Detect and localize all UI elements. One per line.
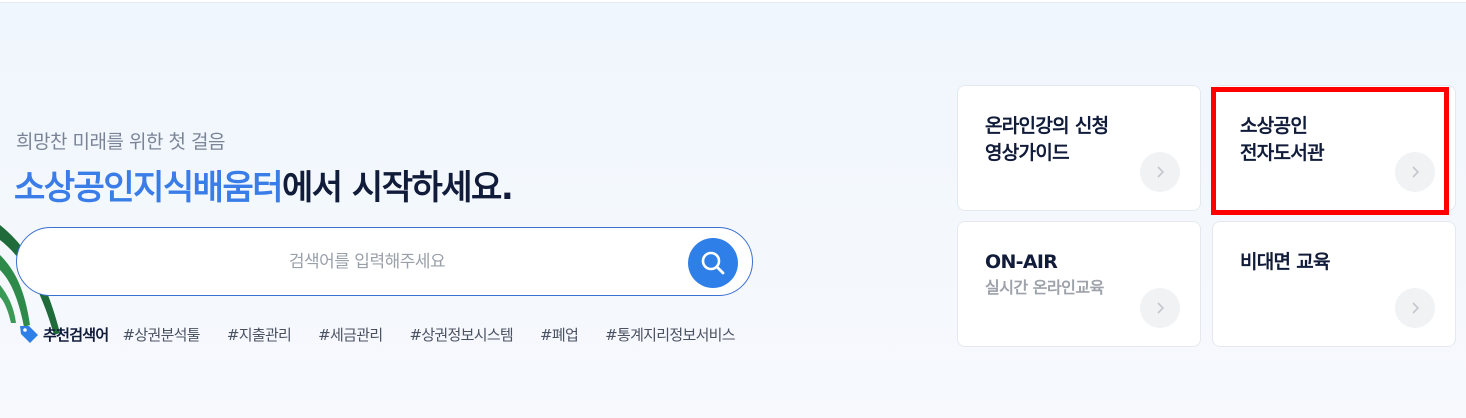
card-title-line: 비대면 교육 <box>1240 251 1331 273</box>
card-title-line: 영상가이드 <box>985 142 1070 164</box>
keyword-link[interactable]: #지출관리 <box>227 324 292 345</box>
hero-brand-name: 소상공인지식배움터 <box>14 168 284 208</box>
card-on-air[interactable]: ON-AIR 실시간 온라인교육 <box>957 221 1201 347</box>
card-title: ON-AIR 실시간 온라인교육 <box>985 249 1104 300</box>
keyword-link[interactable]: #세금관리 <box>318 324 383 345</box>
chevron-right-icon[interactable] <box>1140 152 1180 192</box>
card-title-line: 소상공인 <box>1240 115 1308 137</box>
hero-headline-rest: 에서 시작하세요. <box>282 168 514 208</box>
tag-icon <box>20 326 38 343</box>
card-title: 비대면 교육 <box>1240 249 1331 276</box>
keyword-link[interactable]: #상권정보시스템 <box>409 324 513 345</box>
top-divider <box>0 0 1466 3</box>
card-online-lecture-guide[interactable]: 온라인강의 신청 영상가이드 <box>957 85 1201 211</box>
hero-headline: 소상공인지식배움터에서 시작하세요. <box>14 160 514 209</box>
card-title-line: 전자도서관 <box>1240 142 1325 164</box>
card-untact-education[interactable]: 비대면 교육 <box>1212 221 1456 347</box>
card-title: 소상공인 전자도서관 <box>1240 113 1325 167</box>
card-e-library[interactable]: 소상공인 전자도서관 <box>1212 85 1456 211</box>
chevron-right-icon[interactable] <box>1395 288 1435 328</box>
card-title-line: 온라인강의 신청 <box>985 115 1109 137</box>
recommended-keywords: 추천검색어 #상권분석툴 #지출관리 #세금관리 #상권정보시스템 #폐업 #통… <box>18 322 762 346</box>
search-button[interactable] <box>688 238 738 288</box>
search-icon <box>701 251 725 275</box>
card-title-line: ON-AIR <box>985 251 1058 273</box>
keyword-link[interactable]: #통계지리정보서비스 <box>605 324 735 345</box>
hero-subtitle: 희망찬 미래를 위한 첫 걸음 <box>16 131 225 153</box>
keywords-title: 추천검색어 <box>43 325 109 344</box>
chevron-right-icon[interactable] <box>1395 152 1435 192</box>
card-title: 온라인강의 신청 영상가이드 <box>985 113 1109 167</box>
search-bar <box>16 227 753 296</box>
card-subtitle: 실시간 온라인교육 <box>985 278 1104 297</box>
search-input[interactable] <box>57 228 677 295</box>
keyword-link[interactable]: #상권분석툴 <box>123 324 201 345</box>
chevron-right-icon[interactable] <box>1140 288 1180 328</box>
keyword-link[interactable]: #폐업 <box>540 324 579 345</box>
